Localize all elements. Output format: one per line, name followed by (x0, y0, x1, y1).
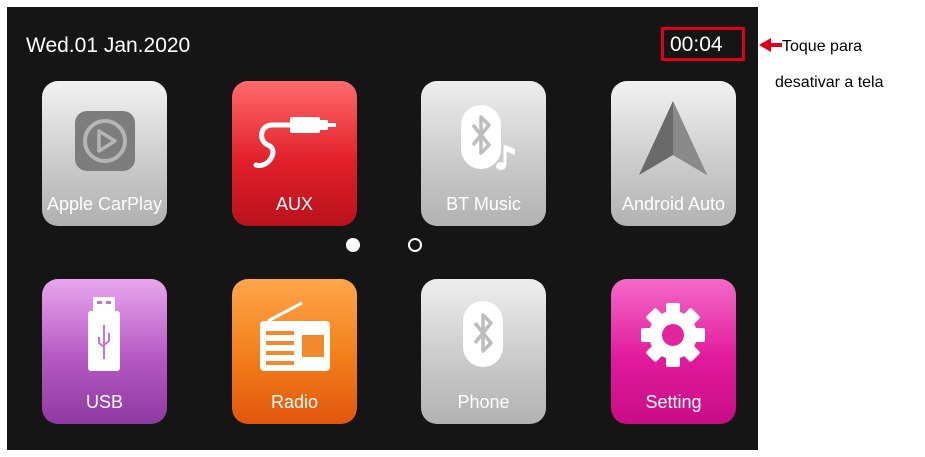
app-tile-carplay[interactable]: Apple CarPlay (42, 81, 167, 226)
app-label-aux: AUX (275, 194, 313, 214)
app-label-android-auto: Android Auto (621, 194, 726, 214)
app-tile-radio[interactable]: Radio (232, 279, 357, 424)
app-label-radio: Radio (270, 392, 319, 412)
annotation-line-2: desativar a tela (775, 74, 884, 91)
android-auto-icon (639, 101, 707, 175)
bluetooth-music-icon (461, 105, 515, 170)
aux-cable-icon (253, 117, 336, 168)
clock-button[interactable]: 00:04 (670, 33, 723, 57)
usb-icon (88, 297, 120, 371)
radio-icon (260, 301, 330, 371)
app-label-usb: USB (85, 392, 123, 412)
page-indicator-1[interactable] (346, 238, 360, 252)
app-tile-phone[interactable]: Phone (421, 279, 546, 424)
bluetooth-phone-icon (463, 301, 503, 367)
app-label-phone: Phone (457, 392, 510, 412)
carplay-icon (75, 111, 135, 171)
app-label-carplay: Apple CarPlay (46, 194, 163, 214)
app-tile-bt-music[interactable]: BT Music (421, 81, 546, 226)
annotation-arrow-line (770, 43, 782, 47)
date-display: Wed.01 Jan.2020 (26, 34, 191, 57)
app-tile-aux[interactable]: AUX (232, 81, 357, 226)
gear-icon (641, 303, 705, 367)
app-tile-android-auto[interactable]: Android Auto (611, 81, 736, 226)
annotation-line-1: Toque para (782, 38, 863, 55)
app-label-setting: Setting (645, 392, 702, 412)
app-tile-usb[interactable]: USB (42, 279, 167, 424)
page-indicator-2[interactable] (408, 238, 422, 252)
app-label-bt-music: BT Music (446, 194, 521, 214)
app-tile-setting[interactable]: Setting (611, 279, 736, 424)
